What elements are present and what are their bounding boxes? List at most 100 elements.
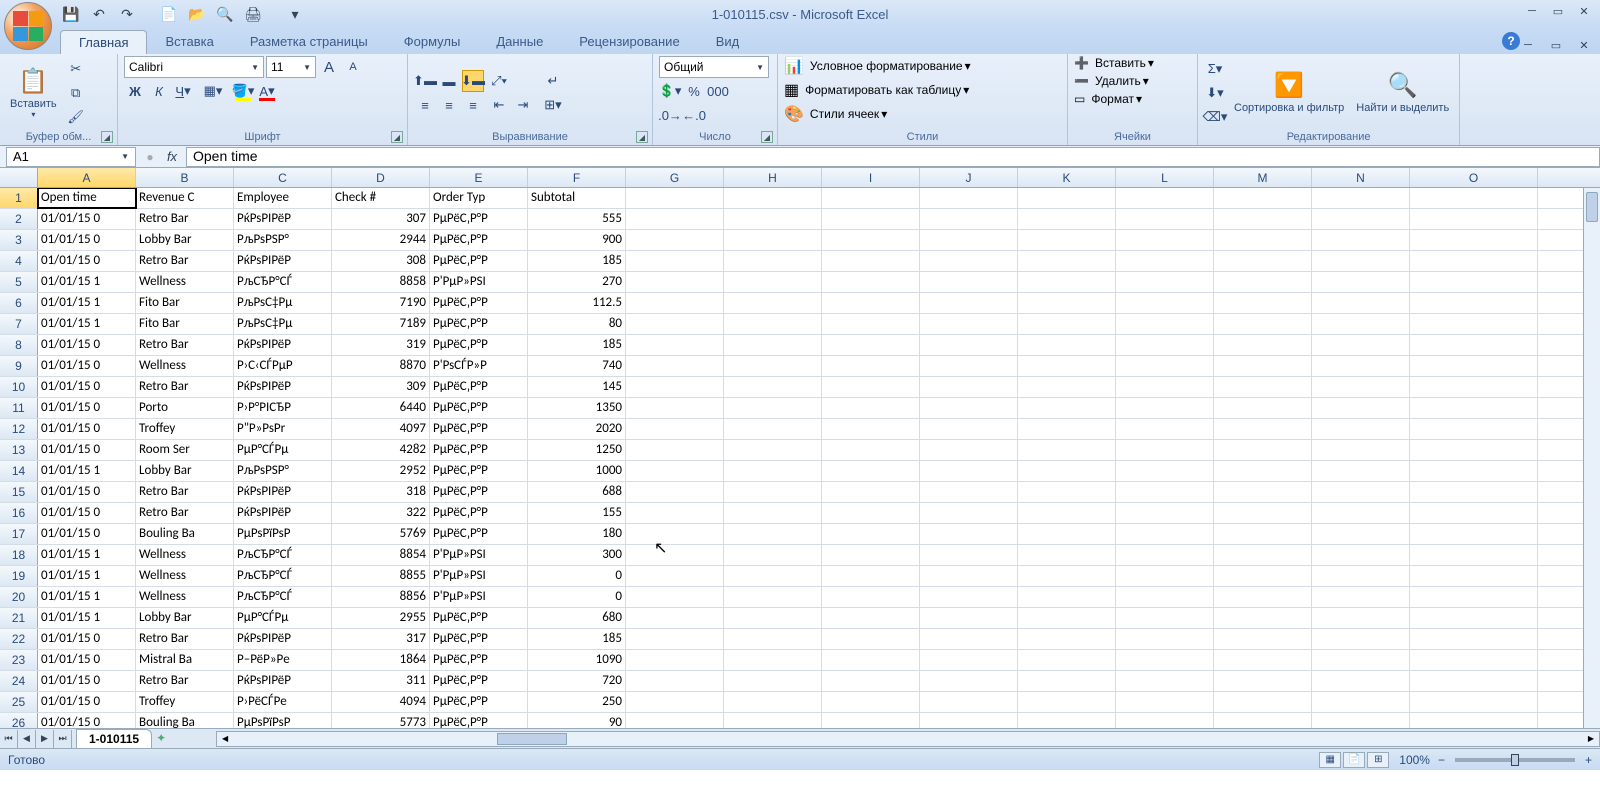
- new-sheet-icon[interactable]: ✦: [156, 731, 176, 747]
- close-icon[interactable]: ✕: [1572, 2, 1596, 20]
- cell[interactable]: [1312, 545, 1410, 565]
- hscroll-right-icon[interactable]: ▶: [1583, 732, 1599, 746]
- cell[interactable]: PљCЂP°CЃ: [234, 587, 332, 607]
- redo-icon[interactable]: ↷: [116, 3, 138, 25]
- name-box[interactable]: A1▼: [6, 147, 136, 167]
- align-bottom-icon[interactable]: ⬇▬: [462, 70, 484, 92]
- cell[interactable]: [1116, 419, 1214, 439]
- cell[interactable]: 1350: [528, 398, 626, 418]
- cell[interactable]: [1312, 419, 1410, 439]
- col-header-C[interactable]: C: [234, 168, 332, 187]
- cell[interactable]: Lobby Bar: [136, 230, 234, 250]
- comma-icon[interactable]: 000: [707, 80, 729, 102]
- cell[interactable]: [724, 335, 822, 355]
- copy-icon[interactable]: ⧉: [65, 82, 87, 104]
- cell[interactable]: [1214, 335, 1312, 355]
- cell[interactable]: Retro Bar: [136, 671, 234, 691]
- cell[interactable]: [920, 692, 1018, 712]
- cell[interactable]: [920, 419, 1018, 439]
- cell[interactable]: [822, 209, 920, 229]
- cell[interactable]: [1116, 671, 1214, 691]
- cell[interactable]: [626, 293, 724, 313]
- wrap-text-icon[interactable]: ↵: [538, 70, 568, 92]
- cell[interactable]: [920, 482, 1018, 502]
- cell[interactable]: [1116, 587, 1214, 607]
- cell[interactable]: [822, 587, 920, 607]
- cell[interactable]: [822, 671, 920, 691]
- cell[interactable]: 01/01/15 1: [38, 293, 136, 313]
- cell[interactable]: PќPsPIPëP: [234, 671, 332, 691]
- clipboard-launcher-icon[interactable]: ◢: [101, 131, 113, 143]
- sheet-nav-next-icon[interactable]: ▶: [36, 730, 54, 748]
- cell[interactable]: [1214, 272, 1312, 292]
- cell[interactable]: [822, 692, 920, 712]
- cell[interactable]: 322: [332, 503, 430, 523]
- cell[interactable]: Lobby Bar: [136, 461, 234, 481]
- cell[interactable]: 2952: [332, 461, 430, 481]
- cut-icon[interactable]: ✂: [65, 58, 87, 80]
- alignment-launcher-icon[interactable]: ◢: [636, 131, 648, 143]
- cell[interactable]: [1116, 524, 1214, 544]
- row-header[interactable]: 11: [0, 398, 38, 418]
- cell[interactable]: [822, 461, 920, 481]
- cell[interactable]: [822, 356, 920, 376]
- currency-icon[interactable]: 💲▾: [659, 80, 681, 102]
- paste-button[interactable]: 📋Вставить▾: [6, 65, 61, 121]
- cell[interactable]: 01/01/15 0: [38, 230, 136, 250]
- cell[interactable]: [1312, 461, 1410, 481]
- cell[interactable]: [626, 713, 724, 728]
- cell[interactable]: [1116, 272, 1214, 292]
- number-launcher-icon[interactable]: ◢: [761, 131, 773, 143]
- cell[interactable]: [1312, 209, 1410, 229]
- cell[interactable]: 4282: [332, 440, 430, 460]
- cell[interactable]: PќPsPIPëP: [234, 482, 332, 502]
- cell[interactable]: Revenue C: [136, 188, 234, 208]
- cell[interactable]: [1116, 440, 1214, 460]
- cell[interactable]: 900: [528, 230, 626, 250]
- cell[interactable]: [1018, 692, 1116, 712]
- align-right-icon[interactable]: ≡: [462, 94, 484, 116]
- cell[interactable]: [1312, 293, 1410, 313]
- cell[interactable]: Fito Bar: [136, 314, 234, 334]
- cell[interactable]: [1214, 713, 1312, 728]
- cell[interactable]: [626, 251, 724, 271]
- cell[interactable]: [724, 608, 822, 628]
- cell[interactable]: [724, 692, 822, 712]
- fx-icon[interactable]: fx: [162, 147, 182, 167]
- cell[interactable]: 01/01/15 1: [38, 566, 136, 586]
- cell[interactable]: 6440: [332, 398, 430, 418]
- cell[interactable]: PµPëC‚P°P: [430, 482, 528, 502]
- cell[interactable]: [822, 398, 920, 418]
- cell[interactable]: [1214, 608, 1312, 628]
- cell[interactable]: PµPëC‚P°P: [430, 314, 528, 334]
- cell[interactable]: [1018, 713, 1116, 728]
- cell[interactable]: [724, 230, 822, 250]
- cell[interactable]: [724, 272, 822, 292]
- cell[interactable]: 2944: [332, 230, 430, 250]
- cell[interactable]: Wellness: [136, 545, 234, 565]
- cell[interactable]: [1116, 692, 1214, 712]
- format-as-table-button[interactable]: ▦Форматировать как таблицу ▾: [784, 80, 969, 100]
- cell[interactable]: [626, 608, 724, 628]
- cell[interactable]: P'PµP»PSI: [430, 545, 528, 565]
- cell[interactable]: [724, 293, 822, 313]
- cell[interactable]: [626, 209, 724, 229]
- align-top-icon[interactable]: ⬆▬: [414, 70, 436, 92]
- cell[interactable]: [1214, 461, 1312, 481]
- cell[interactable]: [626, 335, 724, 355]
- cell[interactable]: [1410, 503, 1538, 523]
- cell[interactable]: 01/01/15 0: [38, 650, 136, 670]
- number-format-combo[interactable]: Общий▼: [659, 56, 769, 78]
- cell[interactable]: [626, 314, 724, 334]
- cell[interactable]: PµPëC‚P°P: [430, 503, 528, 523]
- cell[interactable]: [1410, 251, 1538, 271]
- cell[interactable]: [1116, 251, 1214, 271]
- cell[interactable]: [920, 524, 1018, 544]
- cell[interactable]: [626, 398, 724, 418]
- row-header[interactable]: 13: [0, 440, 38, 460]
- cell[interactable]: [724, 713, 822, 728]
- cell[interactable]: 180: [528, 524, 626, 544]
- align-left-icon[interactable]: ≡: [414, 94, 436, 116]
- cell[interactable]: [1410, 524, 1538, 544]
- cell[interactable]: 0: [528, 587, 626, 607]
